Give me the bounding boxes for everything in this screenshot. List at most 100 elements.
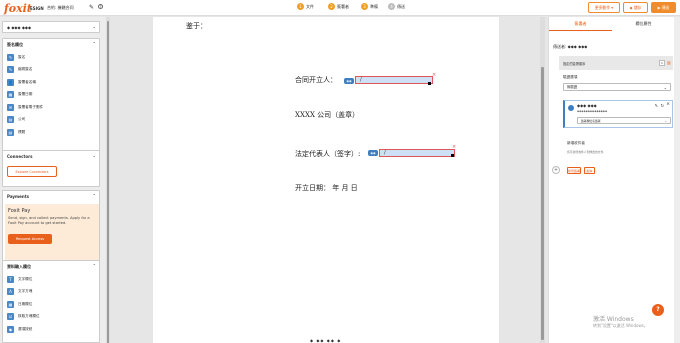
document-scrollbar[interactable]	[540, 17, 545, 343]
field-label: 文字方塊	[18, 289, 33, 294]
close-icon[interactable]: ×	[432, 72, 436, 78]
field-signer-tag: ◉◉	[344, 78, 354, 84]
esign-logo-suffix: ESIGN	[30, 6, 44, 11]
auth-options-value: 無驗證	[567, 85, 578, 89]
refresh-icon[interactable]: ↻	[661, 103, 664, 108]
title-icon: ▤	[7, 128, 14, 136]
edit-icon[interactable]: ✎	[655, 103, 658, 108]
field-item-initials[interactable]: ✎ 縮寫簽名	[3, 64, 99, 77]
doc-text-representative: 法定代表人（签字）:	[295, 150, 361, 158]
add-cc-button[interactable]: 副本	[584, 167, 595, 174]
field-label: 文字欄位	[18, 276, 33, 281]
trash-icon[interactable]: ▥	[667, 60, 672, 66]
close-icon[interactable]: ×	[452, 144, 456, 150]
step-send[interactable]: 4 傳送	[388, 3, 405, 10]
field-item-company[interactable]: ▤ 公司	[3, 114, 99, 127]
help-fab-button[interactable]: ?	[652, 304, 664, 316]
initials-icon: ✎	[7, 66, 14, 74]
signer-role-value: 簽署欄位名簽署	[581, 119, 601, 123]
avatar	[568, 105, 574, 111]
field-item-textbox[interactable]: A 文字方塊	[3, 286, 99, 299]
step-signers[interactable]: 2 簽署者	[328, 3, 349, 10]
signature-field-party[interactable]: /	[355, 76, 433, 84]
page-navigation[interactable]: ◆ ◆◆ ◆◆ ◆	[310, 338, 341, 343]
signing-order-label: 指定的簽署順序	[563, 62, 586, 66]
plus-icon[interactable]: +	[552, 166, 560, 174]
pencil-icon[interactable]: ✎	[89, 4, 94, 11]
calendar-icon: ▦	[7, 91, 14, 99]
right-panel: 簽署者 欄位屬性 傳送者: ◆◆◆ ◆◆◆ 指定的簽署順序 1 ▥ 驗證選項 無…	[548, 17, 674, 343]
auth-options-label: 驗證選項	[563, 75, 578, 79]
save-button[interactable]: ◆ 儲存	[623, 2, 648, 13]
connectors-card: Connectors ⌄ Explore Connectors	[2, 150, 100, 187]
signature-marker: /	[360, 77, 362, 83]
field-item-signer-name[interactable]: 👤 簽署者名稱	[3, 76, 99, 89]
field-item-title[interactable]: ▤ 標題	[3, 126, 99, 139]
field-label: 簽署日期	[18, 92, 33, 97]
signature-field-representative[interactable]: /	[379, 149, 455, 157]
step-label: 簽署者	[337, 3, 349, 9]
field-item-radio[interactable]: ◉ 選項按鈕	[3, 323, 99, 336]
tab-field-properties[interactable]: 欄位屬性	[612, 17, 675, 31]
tab-signers[interactable]: 簽署者	[549, 17, 612, 31]
calendar-icon: ▦	[7, 300, 14, 308]
step-label: 準備	[370, 3, 378, 9]
signer-selector[interactable]: ◆ ◆◆◆ ◆◆◆ ⌄	[2, 21, 100, 33]
top-bar: foxit ESIGN 合約: 機轄合同 ✎ ? 1 文件 2 簽署者 3 準備…	[0, 0, 680, 16]
field-item-sign-date[interactable]: ▦ 簽署日期	[3, 89, 99, 102]
document-page[interactable]: 鉴于： 合同开立人： ◉◉ / × XXXX 公司（盖章） 法定代表人（签字）:…	[153, 17, 499, 343]
field-item-signer-email[interactable]: ✉ 簽署者電子郵件	[3, 101, 99, 114]
signing-order-number[interactable]: 1	[659, 60, 665, 66]
chevron-down-icon[interactable]: ⌄	[93, 153, 96, 158]
add-signer-button[interactable]: 新增簽署	[567, 167, 581, 174]
doc-text-company: XXXX 公司（盖章）	[295, 111, 360, 119]
close-icon[interactable]: ×	[666, 102, 670, 107]
chevron-up-icon[interactable]: ⌃	[93, 263, 96, 268]
doc-text-jianyu: 鉴于：	[186, 22, 207, 30]
field-label: 簽署者名稱	[18, 79, 36, 84]
chevron-down-icon: ⌄	[664, 119, 667, 123]
step-label: 傳送	[397, 3, 405, 9]
resize-handle[interactable]	[428, 82, 431, 85]
resize-handle[interactable]	[451, 154, 454, 157]
send-button[interactable]: ▶ 傳送	[651, 2, 676, 13]
step-document[interactable]: 1 文件	[297, 3, 314, 10]
field-item-date[interactable]: ▦ 日期欄位	[3, 298, 99, 311]
data-input-title: 資料輸入欄位	[7, 264, 31, 269]
signer-role-select[interactable]: 簽署欄位名簽署 ⌄	[577, 117, 671, 124]
field-label: 選項按鈕	[18, 326, 33, 331]
signature-fields-title: 簽名欄位	[7, 42, 23, 47]
left-panel: ◆ ◆◆◆ ◆◆◆ ⌄ 簽名欄位 ⌃ ✎ 簽名 ✎ 縮寫簽名 👤 簽署者名稱 ▦ 簽署日…	[0, 17, 106, 343]
signer-card[interactable]: ◆◆◆ ◆◆◆ ◆◆◆◆◆◆◆◆◆◆◆◆◆◆ ✎ ↻ × 簽署欄位名簽署 ⌄	[563, 100, 673, 128]
step-number: 2	[328, 3, 335, 10]
scrollbar-thumb[interactable]	[107, 21, 109, 343]
step-label: 文件	[306, 3, 314, 9]
request-access-button[interactable]: Request Access	[8, 234, 52, 244]
field-item-checkbox[interactable]: ☑ 核取方塊欄位	[3, 311, 99, 324]
chevron-up-icon[interactable]: ⌃	[93, 193, 96, 198]
windows-watermark-title: 激活 Windows	[593, 316, 634, 323]
more-actions-button[interactable]: 更多動作 ▾	[588, 2, 620, 13]
signature-icon: ✎	[7, 53, 14, 61]
signer-email: ◆◆◆◆◆◆◆◆◆◆◆◆◆◆	[577, 109, 608, 113]
signer-selector-text: ◆ ◆◆◆ ◆◆◆	[7, 25, 32, 30]
right-panel-scrollbar[interactable]	[674, 17, 680, 343]
step-prepare[interactable]: 3 準備	[361, 3, 378, 10]
help-icon[interactable]: ?	[98, 4, 103, 9]
field-label: 縮寫簽名	[18, 67, 33, 72]
signature-marker: /	[384, 150, 386, 156]
scrollbar-thumb[interactable]	[541, 67, 544, 340]
left-panel-scrollbar[interactable]	[106, 17, 110, 343]
auth-options-select[interactable]: 無驗證 ⌄	[563, 83, 671, 91]
field-item-text[interactable]: T 文字欄位	[3, 273, 99, 286]
field-item-signature[interactable]: ✎ 簽名	[3, 51, 99, 64]
checkbox-icon: ☑	[7, 313, 14, 321]
explore-connectors-button[interactable]: Explore Connectors	[7, 166, 57, 177]
text-field-icon: T	[7, 275, 14, 283]
windows-watermark-subtitle: 转到"设置"以激活 Windows。	[593, 323, 648, 328]
payments-title: Payments	[7, 194, 30, 199]
field-label: 公司	[18, 117, 26, 122]
signing-order-row: 指定的簽署順序 1 ▥	[559, 56, 673, 70]
chevron-up-icon[interactable]: ⌃	[93, 41, 96, 46]
chevron-down-icon: ⌄	[92, 24, 96, 29]
